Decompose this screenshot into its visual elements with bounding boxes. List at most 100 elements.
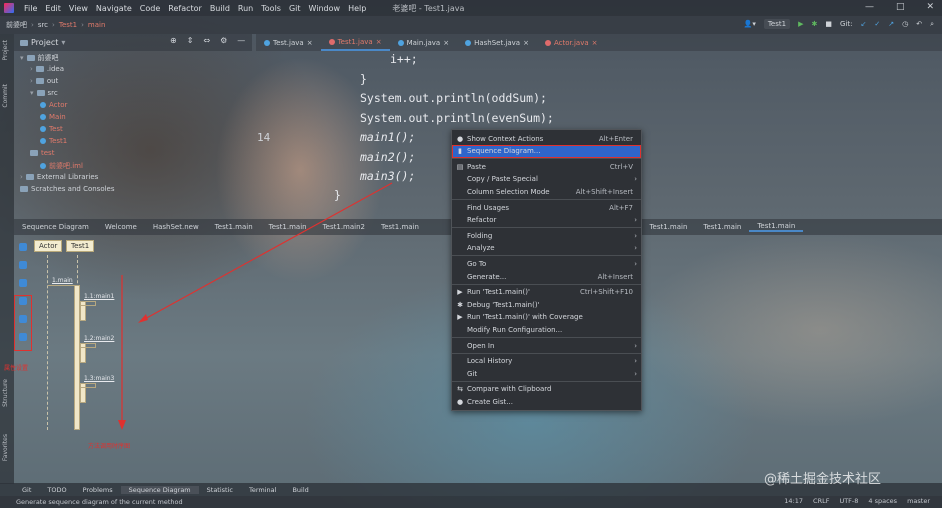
file-encoding[interactable]: UTF-8 (839, 497, 858, 505)
close-icon[interactable]: × (592, 39, 598, 47)
tree-item[interactable]: Actor (40, 101, 67, 109)
context-menu-item[interactable]: Modify Run Configuration... (452, 323, 641, 336)
message-label[interactable]: 1.2:main2 (84, 335, 114, 342)
chevron-down-icon[interactable]: ▾ (61, 38, 65, 47)
diagram-tab[interactable]: Sequence Diagram (14, 223, 97, 231)
context-menu-item[interactable]: ▶ Run 'Test1.main()' with Coverage (452, 311, 641, 324)
chevron-icon[interactable]: › (20, 173, 23, 181)
rollback-icon[interactable]: ↶ (916, 20, 922, 28)
menu-file[interactable]: File (20, 4, 41, 13)
diagram-tab[interactable]: Welcome (97, 223, 145, 231)
editor-tab[interactable]: HashSet.java × (457, 34, 537, 51)
close-icon[interactable]: × (443, 39, 449, 47)
maximize-button[interactable]: □ (896, 2, 905, 12)
menu-build[interactable]: Build (206, 4, 234, 13)
tree-item[interactable]: › out (30, 77, 58, 85)
context-menu-item[interactable]: ● Show Context Actions Alt+Enter (452, 132, 641, 145)
message-label[interactable]: 1.main (52, 277, 73, 284)
menu-tools[interactable]: Tools (257, 4, 285, 13)
hide-icon[interactable]: — (237, 36, 245, 45)
context-menu-item[interactable]: ▮ Sequence Diagram... (452, 144, 641, 158)
actor-box[interactable]: Test1 (66, 240, 95, 252)
tree-item[interactable]: test (30, 149, 54, 157)
collapse-icon[interactable]: ⇕ (187, 36, 194, 45)
debug-icon[interactable]: ✱ (811, 20, 817, 28)
close-icon[interactable]: × (523, 39, 529, 47)
git-branch[interactable]: master (907, 497, 930, 505)
close-icon[interactable]: × (376, 38, 382, 46)
context-menu-item[interactable]: Local History › (452, 355, 641, 368)
menu-run[interactable]: Run (234, 4, 257, 13)
user-icon[interactable]: 👤▾ (744, 20, 756, 28)
editor-tab[interactable]: Test1.java × (320, 34, 390, 51)
diagram-tool-icon[interactable] (19, 243, 27, 251)
actor-box[interactable]: Actor (34, 240, 63, 252)
bottom-tool-tab[interactable]: Terminal (241, 486, 284, 494)
diagram-tab[interactable]: Test1.main (261, 223, 315, 231)
tree-item[interactable]: Test1 (40, 137, 67, 145)
tree-item[interactable]: ▾ 前婆吧 (20, 53, 59, 63)
git-update-icon[interactable]: ↙ (860, 20, 866, 28)
context-menu-item[interactable]: Column Selection Mode Alt+Shift+Insert (452, 185, 641, 198)
chevron-icon[interactable]: › (30, 65, 33, 73)
history-icon[interactable]: ◷ (902, 20, 908, 28)
diagram-tab[interactable]: Test1.main2 (315, 223, 373, 231)
bottom-tool-tab[interactable]: Sequence Diagram (120, 485, 199, 494)
locate-icon[interactable]: ⊕ (170, 36, 177, 45)
context-menu-item[interactable]: ✱ Debug 'Test1.main()' (452, 298, 641, 311)
context-menu-item[interactable]: Go To › (452, 257, 641, 270)
bottom-tool-tab[interactable]: Build (284, 486, 316, 494)
menu-refactor[interactable]: Refactor (164, 4, 206, 13)
context-menu-item[interactable]: ▤ Paste Ctrl+V (452, 160, 641, 173)
diagram-tab[interactable]: HashSet.new (145, 223, 207, 231)
indent-setting[interactable]: 4 spaces (868, 497, 897, 505)
context-menu-item[interactable]: Git › (452, 367, 641, 380)
tree-item[interactable]: Test (40, 125, 63, 133)
context-menu-item[interactable]: ● Create Gist... (452, 395, 641, 408)
menu-view[interactable]: View (65, 4, 92, 13)
context-menu-item[interactable]: Open In › (452, 339, 641, 352)
diagram-tool-icon[interactable] (19, 261, 27, 269)
menu-edit[interactable]: Edit (41, 4, 65, 13)
breadcrumb-project[interactable]: 前婆吧 (6, 20, 27, 30)
breadcrumb-class[interactable]: Test1 (59, 21, 77, 29)
diagram-tab[interactable]: Test1.main (749, 222, 804, 232)
expand-icon[interactable]: ⇔ (203, 36, 210, 45)
context-menu-item[interactable]: Generate... Alt+Insert (452, 270, 641, 283)
line-separator[interactable]: CRLF (813, 497, 829, 505)
tree-item[interactable]: Scratches and Consoles (20, 185, 115, 193)
context-menu-item[interactable]: ⇆ Compare with Clipboard (452, 383, 641, 396)
editor-tab[interactable]: Actor.java × (537, 34, 606, 51)
tree-item[interactable]: 前婆吧.iml (40, 161, 83, 171)
context-menu-item[interactable]: Folding › (452, 229, 641, 242)
bottom-tool-tab[interactable]: Problems (75, 486, 121, 494)
chevron-icon[interactable]: › (30, 77, 33, 85)
diagram-tab[interactable]: Test1.main (641, 223, 695, 231)
message-label[interactable]: 1.3:main3 (84, 375, 114, 382)
diagram-tool-icon[interactable] (19, 279, 27, 287)
commit-tool-button[interactable]: Commit (2, 84, 9, 108)
close-button[interactable]: ✕ (926, 2, 934, 12)
menu-window[interactable]: Window (305, 4, 345, 13)
run-icon[interactable]: ▶ (798, 20, 803, 28)
breadcrumb-src[interactable]: src (38, 21, 48, 29)
structure-tool-button[interactable]: Structure (2, 379, 9, 407)
diagram-tab[interactable]: Test1.main (207, 223, 261, 231)
context-menu-item[interactable]: Find Usages Alt+F7 (452, 201, 641, 214)
breadcrumb-method[interactable]: main (88, 21, 106, 29)
menu-navigate[interactable]: Navigate (92, 4, 136, 13)
project-tool-button[interactable]: Project (2, 40, 9, 61)
git-push-icon[interactable]: ↗ (888, 20, 894, 28)
diagram-tab[interactable]: Test1.main (695, 223, 749, 231)
editor-tab[interactable]: Test.java × (256, 34, 321, 51)
context-menu-item[interactable]: Analyze › (452, 242, 641, 255)
project-panel-title[interactable]: Project (31, 38, 58, 47)
chevron-icon[interactable]: ▾ (20, 54, 24, 62)
context-menu-item[interactable]: Refactor › (452, 214, 641, 227)
chevron-icon[interactable]: ▾ (30, 89, 34, 97)
stop-icon[interactable]: ■ (825, 20, 832, 28)
editor-tab[interactable]: Main.java × (390, 34, 457, 51)
context-menu-item[interactable]: Copy / Paste Special › (452, 173, 641, 186)
caret-position[interactable]: 14:17 (784, 497, 803, 505)
minimize-button[interactable]: — (865, 2, 874, 12)
